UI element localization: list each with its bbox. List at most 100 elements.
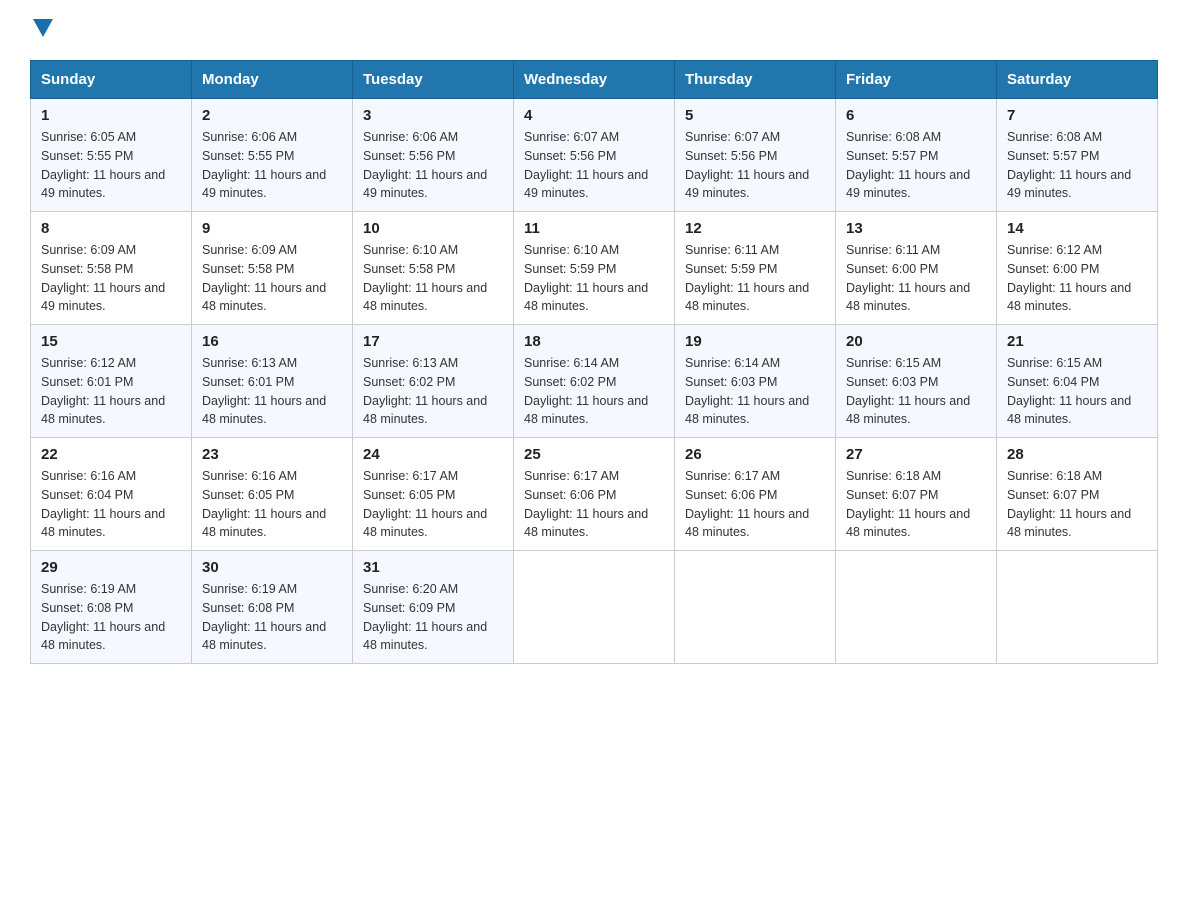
calendar-cell: 29 Sunrise: 6:19 AMSunset: 6:08 PMDaylig…: [31, 551, 192, 664]
calendar-cell: 12 Sunrise: 6:11 AMSunset: 5:59 PMDaylig…: [675, 212, 836, 325]
calendar-cell: 4 Sunrise: 6:07 AMSunset: 5:56 PMDayligh…: [514, 99, 675, 212]
day-number: 27: [846, 446, 986, 463]
day-info: Sunrise: 6:15 AMSunset: 6:04 PMDaylight:…: [1007, 356, 1131, 426]
day-number: 23: [202, 446, 342, 463]
day-info: Sunrise: 6:13 AMSunset: 6:01 PMDaylight:…: [202, 356, 326, 426]
day-info: Sunrise: 6:06 AMSunset: 5:55 PMDaylight:…: [202, 130, 326, 200]
calendar-week-row: 8 Sunrise: 6:09 AMSunset: 5:58 PMDayligh…: [31, 212, 1158, 325]
day-number: 4: [524, 107, 664, 124]
day-info: Sunrise: 6:17 AMSunset: 6:06 PMDaylight:…: [685, 469, 809, 539]
calendar-cell: [675, 551, 836, 664]
calendar-table: SundayMondayTuesdayWednesdayThursdayFrid…: [30, 60, 1158, 664]
calendar-cell: 26 Sunrise: 6:17 AMSunset: 6:06 PMDaylig…: [675, 438, 836, 551]
day-number: 10: [363, 220, 503, 237]
calendar-cell: 22 Sunrise: 6:16 AMSunset: 6:04 PMDaylig…: [31, 438, 192, 551]
day-info: Sunrise: 6:18 AMSunset: 6:07 PMDaylight:…: [1007, 469, 1131, 539]
day-number: 12: [685, 220, 825, 237]
day-info: Sunrise: 6:10 AMSunset: 5:59 PMDaylight:…: [524, 243, 648, 313]
day-number: 26: [685, 446, 825, 463]
day-number: 1: [41, 107, 181, 124]
calendar-cell: 30 Sunrise: 6:19 AMSunset: 6:08 PMDaylig…: [192, 551, 353, 664]
calendar-cell: 14 Sunrise: 6:12 AMSunset: 6:00 PMDaylig…: [997, 212, 1158, 325]
calendar-day-header-monday: Monday: [192, 61, 353, 99]
day-info: Sunrise: 6:13 AMSunset: 6:02 PMDaylight:…: [363, 356, 487, 426]
calendar-day-header-sunday: Sunday: [31, 61, 192, 99]
day-number: 6: [846, 107, 986, 124]
day-info: Sunrise: 6:10 AMSunset: 5:58 PMDaylight:…: [363, 243, 487, 313]
logo-triangle-icon: [33, 19, 53, 44]
calendar-week-row: 22 Sunrise: 6:16 AMSunset: 6:04 PMDaylig…: [31, 438, 1158, 551]
calendar-cell: 3 Sunrise: 6:06 AMSunset: 5:56 PMDayligh…: [353, 99, 514, 212]
calendar-day-header-saturday: Saturday: [997, 61, 1158, 99]
calendar-day-header-thursday: Thursday: [675, 61, 836, 99]
calendar-week-row: 1 Sunrise: 6:05 AMSunset: 5:55 PMDayligh…: [31, 99, 1158, 212]
day-info: Sunrise: 6:06 AMSunset: 5:56 PMDaylight:…: [363, 130, 487, 200]
day-info: Sunrise: 6:11 AMSunset: 5:59 PMDaylight:…: [685, 243, 809, 313]
day-info: Sunrise: 6:19 AMSunset: 6:08 PMDaylight:…: [202, 582, 326, 652]
calendar-cell: 5 Sunrise: 6:07 AMSunset: 5:56 PMDayligh…: [675, 99, 836, 212]
day-info: Sunrise: 6:14 AMSunset: 6:02 PMDaylight:…: [524, 356, 648, 426]
day-number: 2: [202, 107, 342, 124]
day-number: 31: [363, 559, 503, 576]
day-info: Sunrise: 6:16 AMSunset: 6:04 PMDaylight:…: [41, 469, 165, 539]
calendar-cell: 16 Sunrise: 6:13 AMSunset: 6:01 PMDaylig…: [192, 325, 353, 438]
day-info: Sunrise: 6:19 AMSunset: 6:08 PMDaylight:…: [41, 582, 165, 652]
calendar-cell: 17 Sunrise: 6:13 AMSunset: 6:02 PMDaylig…: [353, 325, 514, 438]
day-info: Sunrise: 6:17 AMSunset: 6:06 PMDaylight:…: [524, 469, 648, 539]
day-info: Sunrise: 6:16 AMSunset: 6:05 PMDaylight:…: [202, 469, 326, 539]
calendar-cell: 23 Sunrise: 6:16 AMSunset: 6:05 PMDaylig…: [192, 438, 353, 551]
calendar-cell: 20 Sunrise: 6:15 AMSunset: 6:03 PMDaylig…: [836, 325, 997, 438]
calendar-cell: 27 Sunrise: 6:18 AMSunset: 6:07 PMDaylig…: [836, 438, 997, 551]
calendar-cell: 10 Sunrise: 6:10 AMSunset: 5:58 PMDaylig…: [353, 212, 514, 325]
calendar-cell: 25 Sunrise: 6:17 AMSunset: 6:06 PMDaylig…: [514, 438, 675, 551]
day-number: 5: [685, 107, 825, 124]
day-info: Sunrise: 6:07 AMSunset: 5:56 PMDaylight:…: [524, 130, 648, 200]
day-number: 15: [41, 333, 181, 350]
day-number: 20: [846, 333, 986, 350]
day-number: 29: [41, 559, 181, 576]
day-info: Sunrise: 6:07 AMSunset: 5:56 PMDaylight:…: [685, 130, 809, 200]
day-number: 14: [1007, 220, 1147, 237]
day-info: Sunrise: 6:08 AMSunset: 5:57 PMDaylight:…: [1007, 130, 1131, 200]
calendar-cell: 24 Sunrise: 6:17 AMSunset: 6:05 PMDaylig…: [353, 438, 514, 551]
day-number: 9: [202, 220, 342, 237]
day-number: 17: [363, 333, 503, 350]
day-number: 8: [41, 220, 181, 237]
calendar-week-row: 15 Sunrise: 6:12 AMSunset: 6:01 PMDaylig…: [31, 325, 1158, 438]
calendar-cell: 18 Sunrise: 6:14 AMSunset: 6:02 PMDaylig…: [514, 325, 675, 438]
day-info: Sunrise: 6:17 AMSunset: 6:05 PMDaylight:…: [363, 469, 487, 539]
day-info: Sunrise: 6:12 AMSunset: 6:01 PMDaylight:…: [41, 356, 165, 426]
day-info: Sunrise: 6:11 AMSunset: 6:00 PMDaylight:…: [846, 243, 970, 313]
day-number: 25: [524, 446, 664, 463]
logo: [30, 20, 53, 44]
calendar-cell: [997, 551, 1158, 664]
day-number: 22: [41, 446, 181, 463]
day-number: 30: [202, 559, 342, 576]
calendar-week-row: 29 Sunrise: 6:19 AMSunset: 6:08 PMDaylig…: [31, 551, 1158, 664]
day-info: Sunrise: 6:12 AMSunset: 6:00 PMDaylight:…: [1007, 243, 1131, 313]
day-info: Sunrise: 6:20 AMSunset: 6:09 PMDaylight:…: [363, 582, 487, 652]
day-number: 18: [524, 333, 664, 350]
page-header: [30, 20, 1158, 44]
calendar-header-row: SundayMondayTuesdayWednesdayThursdayFrid…: [31, 61, 1158, 99]
calendar-day-header-friday: Friday: [836, 61, 997, 99]
day-number: 11: [524, 220, 664, 237]
calendar-day-header-wednesday: Wednesday: [514, 61, 675, 99]
day-info: Sunrise: 6:18 AMSunset: 6:07 PMDaylight:…: [846, 469, 970, 539]
day-info: Sunrise: 6:09 AMSunset: 5:58 PMDaylight:…: [202, 243, 326, 313]
calendar-cell: 15 Sunrise: 6:12 AMSunset: 6:01 PMDaylig…: [31, 325, 192, 438]
day-info: Sunrise: 6:09 AMSunset: 5:58 PMDaylight:…: [41, 243, 165, 313]
day-number: 19: [685, 333, 825, 350]
day-number: 7: [1007, 107, 1147, 124]
day-info: Sunrise: 6:08 AMSunset: 5:57 PMDaylight:…: [846, 130, 970, 200]
calendar-cell: 6 Sunrise: 6:08 AMSunset: 5:57 PMDayligh…: [836, 99, 997, 212]
calendar-cell: 28 Sunrise: 6:18 AMSunset: 6:07 PMDaylig…: [997, 438, 1158, 551]
day-number: 21: [1007, 333, 1147, 350]
calendar-cell: 8 Sunrise: 6:09 AMSunset: 5:58 PMDayligh…: [31, 212, 192, 325]
day-info: Sunrise: 6:05 AMSunset: 5:55 PMDaylight:…: [41, 130, 165, 200]
day-info: Sunrise: 6:15 AMSunset: 6:03 PMDaylight:…: [846, 356, 970, 426]
day-number: 13: [846, 220, 986, 237]
calendar-cell: [514, 551, 675, 664]
day-info: Sunrise: 6:14 AMSunset: 6:03 PMDaylight:…: [685, 356, 809, 426]
calendar-cell: 9 Sunrise: 6:09 AMSunset: 5:58 PMDayligh…: [192, 212, 353, 325]
